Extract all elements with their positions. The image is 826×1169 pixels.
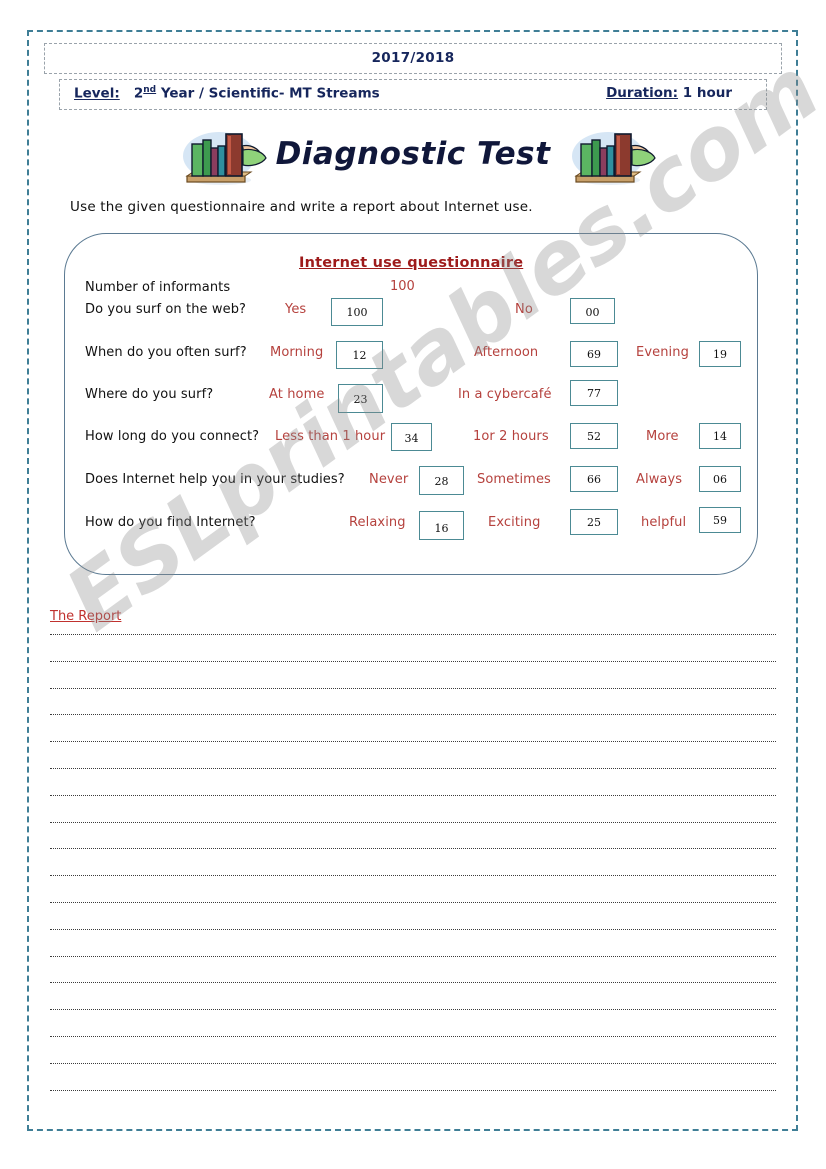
answer-value: 69 [587,348,601,361]
answer-box[interactable]: 06 [699,466,741,492]
instruction-text: Use the given questionnaire and write a … [70,199,533,215]
writing-line[interactable] [50,794,776,797]
answer-value: 77 [587,387,601,400]
level-rest: Year / Scientific- MT Streams [156,85,380,102]
level-line: Level: 2nd Year / Scientific- MT Streams [74,85,380,102]
option-label: Always [636,472,683,487]
option-label: Exciting [488,515,541,530]
answer-box[interactable]: 34 [391,423,432,451]
question-label: Do you surf on the web? [85,302,247,317]
question-label: How do you find Internet? [85,515,256,530]
option-label: Sometimes [477,472,551,487]
answer-box[interactable]: 77 [570,380,618,406]
answer-box[interactable]: 14 [699,423,741,449]
informants-value: 100 [390,279,415,294]
answer-value: 25 [587,516,601,529]
answer-box[interactable]: 28 [419,466,464,495]
writing-line[interactable] [50,687,776,690]
books-and-hand-icon [572,132,656,185]
writing-line[interactable] [50,660,776,663]
option-label: At home [269,387,325,402]
answer-value: 19 [713,348,727,361]
level-label: Level: [74,85,120,102]
report-heading: The Report [50,609,122,624]
answer-box[interactable]: 25 [570,509,618,535]
answer-value: 06 [713,473,727,486]
answer-value: 14 [713,430,727,443]
answer-value: 34 [404,432,419,445]
option-label: Yes [285,302,307,317]
writing-line[interactable] [50,634,776,636]
answer-box[interactable]: 23 [338,384,383,413]
question-label: How long do you connect? [85,429,260,444]
answer-value: 23 [353,393,368,406]
writing-line[interactable] [50,821,776,824]
duration-label: Duration: [606,85,679,101]
worksheet-page: 2017/2018 Level: 2nd Year / Scientific- … [0,0,826,1169]
answer-box[interactable]: 59 [699,507,741,533]
writing-line[interactable] [50,1036,776,1038]
writing-line[interactable] [50,1009,776,1011]
answer-box[interactable]: 00 [570,298,615,324]
informants-label: Number of informants [85,280,231,295]
writing-line[interactable] [50,1062,776,1065]
questionnaire-title: Internet use questionnaire [299,255,524,271]
option-label: Never [369,472,409,487]
answer-value: 66 [587,473,601,486]
writing-line[interactable] [50,928,776,931]
option-label: More [646,429,679,444]
writing-line[interactable] [50,714,776,716]
question-label: Does Internet help you in your studies? [85,472,345,487]
option-label: 1or 2 hours [473,429,549,444]
option-label: Morning [270,345,324,360]
writing-line[interactable] [50,982,776,984]
answer-box[interactable]: 12 [336,341,383,369]
duration-line: Duration: 1 hour [606,85,732,101]
writing-line[interactable] [50,848,776,850]
answer-box[interactable]: 100 [331,298,383,326]
answer-box[interactable]: 66 [570,466,618,492]
duration-value: 1 hour [682,85,732,101]
question-label: When do you often surf? [85,345,247,360]
books-and-hand-icon [183,132,267,185]
option-label: No [515,302,533,317]
option-label: Evening [636,345,689,360]
writing-line[interactable] [50,1089,776,1092]
level-spacer [124,86,133,102]
answer-box[interactable]: 19 [699,341,741,367]
question-label: Where do you surf? [85,387,214,402]
answer-box[interactable]: 16 [419,511,464,540]
answer-value: 28 [434,475,449,488]
school-year-box: 2017/2018 [44,43,782,74]
writing-line[interactable] [50,768,776,770]
answer-box[interactable]: 69 [570,341,618,367]
option-label: Less than 1 hour [275,429,386,444]
level-value: 2 [133,85,144,102]
option-label: Afternoon [474,345,539,360]
answer-value: 100 [346,306,368,319]
level-ordinal-suffix: nd [143,85,157,95]
option-label: helpful [641,515,687,530]
answer-value: 12 [352,349,367,362]
writing-line[interactable] [50,902,776,904]
title-band: Diagnostic Test [0,118,826,196]
option-label: In a cybercafé [458,387,552,402]
answer-box[interactable]: 52 [570,423,618,449]
school-year-text: 2017/2018 [371,50,455,66]
answer-value: 00 [585,306,600,319]
level-duration-box: Level: 2nd Year / Scientific- MT Streams… [59,79,767,110]
writing-line[interactable] [50,741,776,743]
answer-value: 52 [587,430,601,443]
answer-value: 16 [434,522,449,535]
answer-value: 59 [713,514,727,527]
option-label: Relaxing [349,515,406,530]
writing-line[interactable] [50,955,776,958]
page-title: Diagnostic Test [275,136,551,172]
writing-line[interactable] [50,875,776,877]
